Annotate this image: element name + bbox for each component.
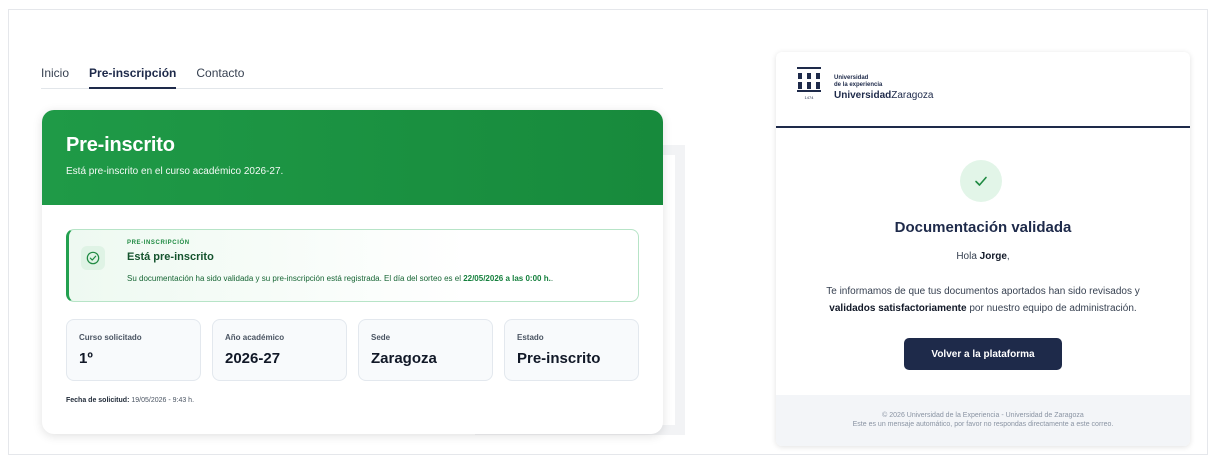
status-card-header: Pre-inscrito Está pre-inscrito en el cur… [42, 110, 663, 205]
request-date-value: 19/05/2026 - 9:43 h. [131, 397, 195, 404]
email-footer: © 2026 Universidad de la Experiencia - U… [776, 395, 1190, 446]
logo-line-2: de la experiencia [834, 82, 883, 88]
back-to-platform-button[interactable]: Volver a la plataforma [904, 338, 1062, 370]
stat-label: Curso solicitado [79, 333, 142, 342]
logo-line-3-bold: Universidad [834, 90, 892, 101]
email-header: 1474 Universidad de la experiencia Unive… [776, 52, 1190, 128]
footer-copyright: © 2026 Universidad de la Experiencia - U… [882, 412, 1084, 419]
notice-text-main: Su documentación ha sido validada y su p… [127, 274, 464, 283]
university-logo-icon: 1474 [797, 67, 821, 100]
email-body-start: Te informamos de que tus documentos apor… [826, 286, 1140, 297]
notice-draw-date: 22/05/2026 a las 0:00 h. [463, 274, 551, 283]
notice-title: Está pre-inscrito [127, 251, 214, 263]
email-body: Te informamos de que tus documentos apor… [796, 283, 1170, 317]
notice-text-end: . [550, 274, 554, 283]
greeting-name: Jorge [979, 251, 1007, 262]
stat-value: 2026-27 [225, 350, 281, 367]
check-circle-icon [81, 246, 105, 270]
email-body-bold: validados satisfactoriamente [829, 303, 967, 314]
stat-value: Zaragoza [371, 350, 437, 367]
stat-value: 1º [79, 350, 93, 367]
stat-label: Sede [371, 333, 391, 342]
stat-label: Año académico [225, 333, 285, 342]
email-body-end: por nuestro equipo de administración. [966, 303, 1137, 314]
greeting-prefix: Hola [956, 251, 980, 262]
stat-estado: Estado Pre-inscrito [504, 319, 639, 381]
email-preview: 1474 Universidad de la experiencia Unive… [776, 52, 1190, 446]
stat-sede: Sede Zaragoza [358, 319, 493, 381]
greeting-suffix: , [1006, 251, 1010, 262]
logo-line-3-rest: Zaragoza [891, 90, 934, 101]
tab-pre-inscripcion[interactable]: Pre-inscripción [89, 64, 177, 89]
notice-label: PRE-INSCRIPCIÓN [127, 240, 190, 246]
email-title: Documentación validada [894, 219, 1072, 236]
footer-notice: Este es un mensaje automático, por favor… [852, 421, 1114, 428]
checkmark-icon [960, 160, 1002, 202]
status-notice: PRE-INSCRIPCIÓN Está pre-inscrito Su doc… [66, 229, 639, 302]
stat-ano-academico: Año académico 2026-27 [212, 319, 347, 381]
logo-year: 1474 [805, 95, 815, 100]
request-date-label: Fecha de solicitud: [66, 397, 130, 404]
status-subtitle: Está pre-inscrito en el curso académico … [66, 166, 284, 177]
stat-label: Estado [517, 333, 544, 342]
tab-contacto[interactable]: Contacto [196, 64, 244, 89]
status-title: Pre-inscrito [66, 134, 175, 156]
email-greeting: Hola Jorge, [776, 251, 1190, 262]
stat-curso: Curso solicitado 1º [66, 319, 201, 381]
notice-text: Su documentación ha sido validada y su p… [127, 274, 553, 283]
request-date: Fecha de solicitud: 19/05/2026 - 9:43 h. [66, 397, 194, 404]
logo-line-3: UniversidadZaragoza [834, 90, 934, 101]
stat-value: Pre-inscrito [517, 350, 601, 367]
main-tabs: Inicio Pre-inscripción Contacto [41, 64, 663, 89]
status-card: Pre-inscrito Está pre-inscrito en el cur… [42, 110, 663, 434]
tab-inicio[interactable]: Inicio [41, 64, 69, 89]
logo-line-1: Universidad [834, 75, 869, 81]
